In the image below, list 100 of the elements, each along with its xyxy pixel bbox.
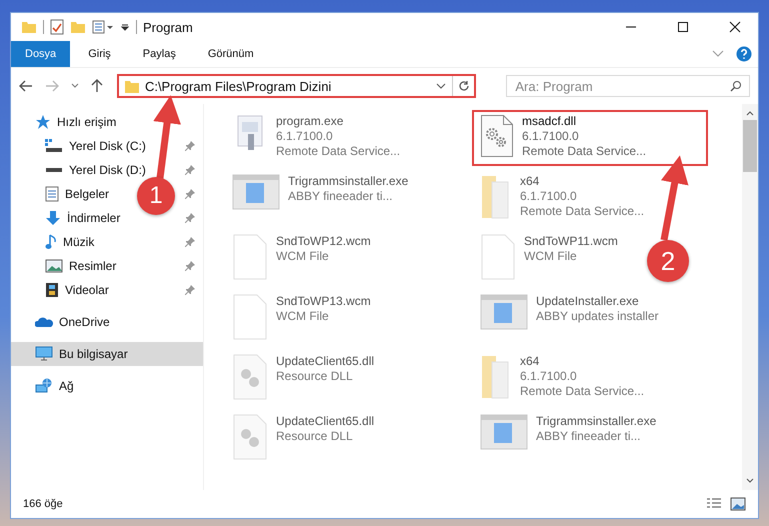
file-detail: Remote Data Service... bbox=[276, 144, 400, 159]
blank-file-icon bbox=[480, 234, 516, 280]
up-icon[interactable] bbox=[90, 79, 103, 93]
file-detail: ABBY updates installer bbox=[536, 309, 659, 324]
file-detail: WCM File bbox=[276, 309, 330, 324]
file-item[interactable]: SndToWP11.wcm WCM File bbox=[472, 230, 626, 286]
file-item[interactable]: SndToWP13.wcm WCM File bbox=[224, 290, 379, 346]
file-detail: WCM File bbox=[524, 249, 578, 264]
file-detail: Resource DLL bbox=[276, 429, 354, 444]
installer-window-icon bbox=[480, 414, 528, 450]
pin-icon[interactable] bbox=[185, 261, 195, 271]
file-item[interactable]: Trigrammsinstaller.exe ABBY fineeader ti... bbox=[224, 170, 416, 226]
sidebar-item[interactable]: İndirmeler bbox=[11, 206, 126, 230]
file-detail: 6.1.7100.0 bbox=[276, 129, 334, 144]
search-icon bbox=[730, 80, 742, 92]
file-detail: Remote Data Service... bbox=[522, 144, 646, 159]
file-item[interactable]: msadcf.dll 6.1.7100.0 Remote Data Service... bbox=[472, 110, 708, 166]
sidebar-item[interactable]: Resimler bbox=[11, 254, 122, 278]
file-name[interactable]: SndToWP13.wcm bbox=[276, 294, 371, 309]
ribbon-tab[interactable]: Dosya bbox=[11, 41, 70, 67]
monitor-icon bbox=[35, 346, 53, 362]
window-title: Program bbox=[143, 20, 193, 34]
download-icon bbox=[45, 210, 61, 226]
file-name[interactable]: x64 bbox=[520, 354, 644, 369]
gear-file-icon bbox=[232, 354, 268, 400]
file-item[interactable]: program.exe 6.1.7100.0 Remote Data Service... bbox=[224, 110, 408, 166]
file-item[interactable]: UpdateInstaller.exe ABBY updates installer bbox=[472, 290, 667, 346]
blank-file-icon bbox=[232, 234, 268, 280]
scrollbar-thumb[interactable] bbox=[743, 120, 757, 172]
pin-icon[interactable] bbox=[185, 285, 195, 295]
gear-file-icon bbox=[232, 414, 268, 460]
star-icon bbox=[35, 114, 51, 130]
file-item[interactable]: x64 6.1.7100.0 Remote Data Service... bbox=[472, 170, 652, 226]
sidebar-item[interactable]: Ağ bbox=[11, 374, 203, 398]
file-item[interactable]: UpdateClient65.dll Resource DLL bbox=[224, 350, 382, 406]
chevron-down-icon[interactable] bbox=[436, 83, 446, 89]
file-name[interactable]: Trigrammsinstaller.exe bbox=[536, 414, 656, 429]
file-item[interactable]: SndToWP12.wcm WCM File bbox=[224, 230, 379, 286]
file-name[interactable]: UpdateClient65.dll bbox=[276, 354, 374, 369]
scroll-up-icon[interactable] bbox=[746, 110, 754, 116]
ribbon-tab[interactable]: Paylaş bbox=[128, 41, 190, 67]
file-detail: 6.1.7100.0 bbox=[520, 369, 578, 384]
file-detail: Resource DLL bbox=[276, 369, 354, 384]
search-field[interactable]: Ara: Program bbox=[506, 75, 750, 97]
maximize-icon bbox=[677, 21, 689, 33]
document-icon bbox=[45, 186, 59, 202]
file-item[interactable]: Trigrammsinstaller.exe ABBY fineeader ti... bbox=[472, 410, 664, 466]
file-detail: Remote Data Service... bbox=[520, 384, 644, 399]
pin-icon[interactable] bbox=[185, 165, 195, 175]
pin-icon[interactable] bbox=[185, 237, 195, 247]
file-name[interactable]: program.exe bbox=[276, 114, 400, 129]
sidebar-item[interactable]: Hızlı erişim bbox=[11, 110, 203, 134]
file-item[interactable]: UpdateClient65.dll Resource DLL bbox=[224, 410, 382, 466]
picture-frame-icon bbox=[45, 259, 63, 273]
file-name[interactable]: Trigrammsinstaller.exe bbox=[288, 174, 408, 189]
sidebar-item[interactable]: OneDrive bbox=[11, 310, 203, 334]
sidebar-item[interactable]: Videolar bbox=[11, 278, 115, 302]
file-name[interactable]: SndToWP12.wcm bbox=[276, 234, 371, 249]
sidebar-item[interactable]: Bu bilgisayar bbox=[11, 342, 203, 366]
sidebar-item[interactable]: Müzik bbox=[11, 230, 100, 254]
pin-icon[interactable] bbox=[185, 213, 195, 223]
file-detail: 6.1.7100.0 bbox=[520, 189, 578, 204]
sidebar-item[interactable]: Yerel Disk (C:) bbox=[11, 134, 152, 158]
file-detail: ABBY fineeader ti... bbox=[536, 429, 642, 444]
pin-icon[interactable] bbox=[185, 189, 195, 199]
installer-window-icon bbox=[480, 294, 528, 330]
refresh-icon bbox=[458, 80, 470, 92]
music-note-icon bbox=[45, 234, 57, 250]
folder-icon bbox=[124, 80, 139, 92]
blank-file-icon bbox=[232, 294, 268, 340]
file-detail: Remote Data Service... bbox=[520, 204, 644, 219]
caret-icon[interactable] bbox=[120, 22, 130, 32]
installer-window-icon bbox=[232, 174, 280, 210]
cloud-icon bbox=[35, 316, 53, 328]
scroll-down-icon[interactable] bbox=[746, 478, 754, 484]
sidebar-item[interactable]: Belgeler bbox=[11, 182, 116, 206]
item-count: 166 öğe bbox=[23, 498, 63, 510]
ribbon-tab[interactable]: Giriş bbox=[74, 41, 125, 67]
gear-file-icon bbox=[480, 114, 514, 158]
file-item[interactable]: x64 6.1.7100.0 Remote Data Service... bbox=[472, 350, 652, 406]
file-name[interactable]: UpdateInstaller.exe bbox=[536, 294, 659, 309]
large-icons-view-icon[interactable] bbox=[730, 497, 746, 511]
checklist-icon[interactable] bbox=[50, 19, 64, 35]
back-icon[interactable] bbox=[19, 80, 33, 92]
properties-icon[interactable] bbox=[92, 20, 114, 34]
file-detail: ABBY fineeader ti... bbox=[288, 189, 394, 204]
drive-icon bbox=[45, 139, 63, 153]
file-name[interactable]: UpdateClient65.dll bbox=[276, 414, 374, 429]
drive-icon bbox=[45, 167, 63, 173]
file-detail: WCM File bbox=[276, 249, 330, 264]
pin-icon[interactable] bbox=[185, 141, 195, 151]
file-name[interactable]: x64 bbox=[520, 174, 644, 189]
file-detail: 6.1.7100.0 bbox=[522, 129, 580, 144]
ribbon-tab[interactable]: Görünüm bbox=[194, 41, 268, 67]
close-icon bbox=[729, 21, 741, 33]
address-bar[interactable]: C:\Program Files\Program Dizini bbox=[116, 74, 476, 98]
file-name[interactable]: SndToWP11.wcm bbox=[524, 234, 618, 249]
help-icon[interactable] bbox=[736, 46, 752, 62]
file-name[interactable]: msadcf.dll bbox=[522, 114, 646, 129]
film-icon bbox=[45, 282, 59, 298]
